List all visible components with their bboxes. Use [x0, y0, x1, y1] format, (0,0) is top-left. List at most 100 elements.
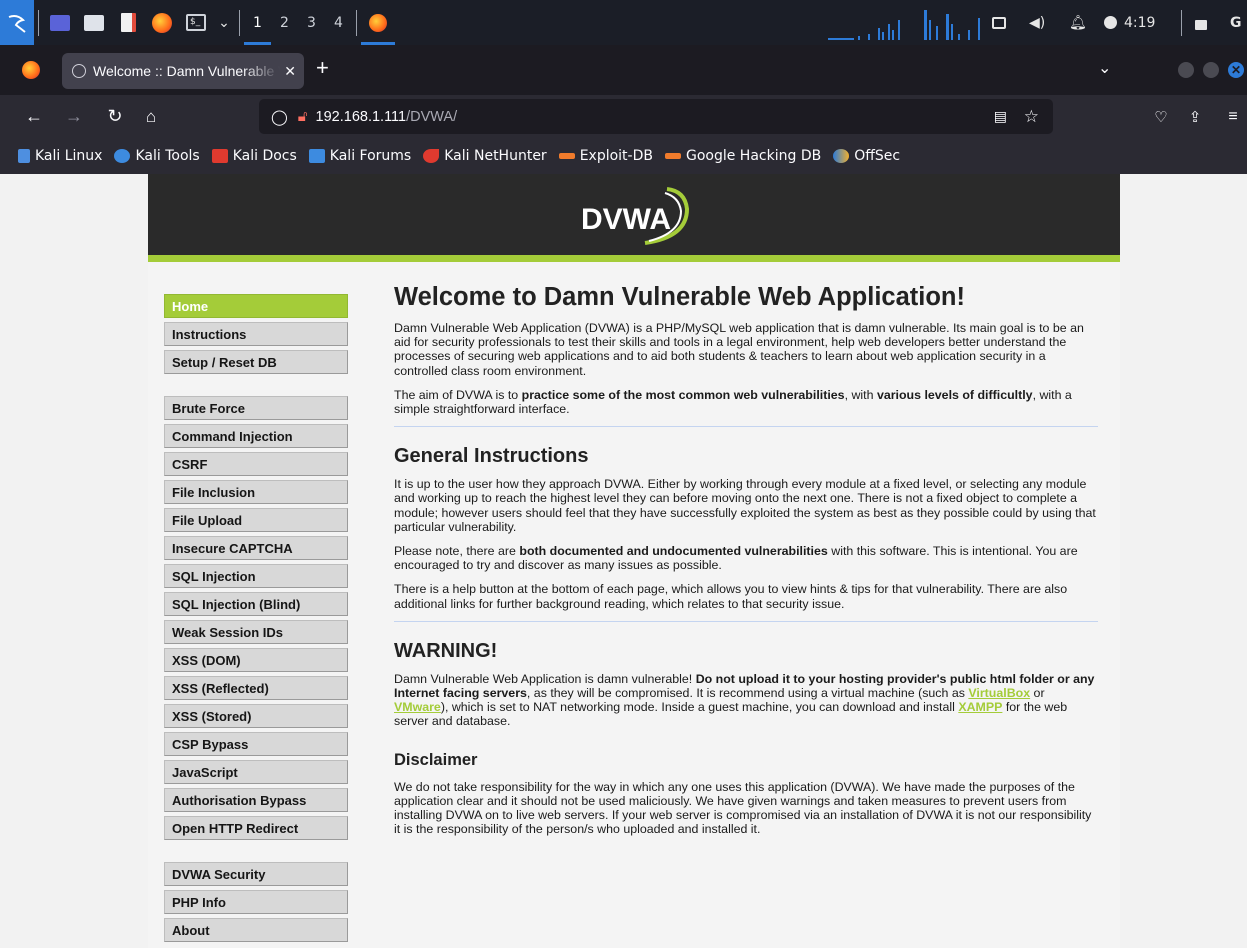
tab-dvwa[interactable]: Welcome :: Damn Vulnerable Web Applicati…	[62, 53, 304, 89]
side-menu: Home Instructions Setup / Reset DB Brute F…	[164, 294, 348, 946]
minimize-icon[interactable]	[1178, 62, 1194, 78]
bookmark-kali-docs[interactable]: Kali Docs	[211, 148, 297, 164]
kali-forums-icon	[308, 149, 325, 163]
workspace-2[interactable]: 2	[271, 0, 298, 45]
dvwa-logo[interactable]: DVWA	[575, 185, 693, 251]
menu-item-about[interactable]: About	[164, 918, 348, 942]
reader-view-icon[interactable]: ▤	[994, 108, 1007, 125]
clock[interactable]: 4:19	[1124, 0, 1155, 45]
bookmark-label: Kali Forums	[329, 148, 412, 164]
address-bar[interactable]: ◯ 🔓︎ 192.168.1.111/DVWA/ ▤ ☆	[259, 99, 1053, 134]
url-host: 192.168.1.111	[315, 108, 407, 125]
menu-item-home[interactable]: Home	[164, 294, 348, 318]
bookmark-kali-tools[interactable]: Kali Tools	[114, 148, 200, 164]
bookmark-exploit-db[interactable]: Exploit-DB	[558, 148, 653, 164]
notification-bell-icon[interactable]: 🔔︎	[1069, 0, 1087, 45]
kali-tools-icon	[114, 149, 131, 163]
main-content: Welcome to Damn Vulnerable Web Applicati…	[394, 282, 1098, 846]
offsec-icon	[833, 149, 850, 163]
workspace-1[interactable]: 1	[244, 0, 271, 45]
new-tab-button[interactable]: +	[316, 55, 329, 81]
menu-item-file-inclusion[interactable]: File Inclusion	[164, 480, 348, 504]
panel-letter[interactable]: G	[1230, 0, 1242, 45]
chevron-down-icon[interactable]: ⌄	[213, 0, 235, 45]
close-window-icon[interactable]: ✕	[1228, 62, 1244, 78]
network-icon[interactable]	[992, 0, 1006, 45]
bookmark-star-icon[interactable]: ☆	[1024, 107, 1039, 127]
menu-item-brute-force[interactable]: Brute Force	[164, 396, 348, 420]
divider	[394, 620, 1098, 622]
general-instructions-heading: General Instructions	[394, 445, 589, 468]
list-tabs-chevron-icon[interactable]: ⌄	[1098, 58, 1111, 78]
menu-item-setup-reset-db[interactable]: Setup / Reset DB	[164, 350, 348, 374]
tab-title: Welcome :: Damn Vulnerable Web Applicati…	[93, 63, 280, 79]
lock-icon[interactable]	[1195, 0, 1207, 45]
insecure-lock-icon[interactable]: 🔓︎	[298, 108, 308, 125]
bookmark-label: Kali NetHunter	[444, 148, 547, 164]
close-tab-icon[interactable]: ✕	[284, 63, 296, 80]
menu-item-insecure-captcha[interactable]: Insecure CAPTCHA	[164, 536, 348, 560]
bookmark-kali-nethunter[interactable]: Kali NetHunter	[423, 148, 547, 164]
intro-paragraph: Damn Vulnerable Web Application (DVWA) i…	[394, 321, 1084, 378]
menu-item-xss-dom[interactable]: XSS (DOM)	[164, 648, 348, 672]
terminal-icon[interactable]: $_	[179, 0, 213, 45]
menu-item-php-info[interactable]: PHP Info	[164, 890, 348, 914]
exploit-db-icon	[558, 153, 575, 159]
kali-docs-icon	[211, 149, 228, 163]
back-arrow-icon[interactable]: ←	[19, 95, 49, 138]
workspace-3[interactable]: 3	[298, 0, 325, 45]
virtualbox-link[interactable]: VirtualBox	[968, 686, 1030, 700]
firefox-icon[interactable]	[145, 0, 179, 45]
bookmark-google-hacking-db[interactable]: Google Hacking DB	[664, 148, 821, 164]
menu-item-file-upload[interactable]: File Upload	[164, 508, 348, 532]
divider	[394, 426, 1098, 428]
menu-item-instructions[interactable]: Instructions	[164, 322, 348, 346]
menu-hamburger-icon[interactable]: ≡	[1218, 95, 1247, 138]
bookmark-kali-forums[interactable]: Kali Forums	[308, 148, 412, 164]
system-panel: $_ ⌄ 1 2 3 4 ◀) 🔔︎ 4:19 G	[0, 0, 1247, 45]
xampp-link[interactable]: XAMPP	[958, 700, 1002, 714]
disclaimer-heading: Disclaimer	[394, 750, 478, 769]
file-manager-icon[interactable]	[77, 0, 111, 45]
menu-item-dvwa-security[interactable]: DVWA Security	[164, 862, 348, 886]
menu-item-javascript[interactable]: JavaScript	[164, 760, 348, 784]
maximize-icon[interactable]	[1203, 62, 1219, 78]
ghdb-icon	[664, 153, 681, 159]
logo-text: DVWA	[581, 203, 671, 236]
volume-icon[interactable]: ◀)	[1029, 0, 1045, 45]
menu-item-weak-session-ids[interactable]: Weak Session IDs	[164, 620, 348, 644]
bookmarks-toolbar: Kali Linux Kali Tools Kali Docs Kali For…	[0, 138, 1247, 174]
cpu-graph-icon	[828, 10, 980, 40]
workspace-4[interactable]: 4	[325, 0, 352, 45]
desktop-icon[interactable]	[43, 0, 77, 45]
menu-item-sql-injection-blind[interactable]: SQL Injection (Blind)	[164, 592, 348, 616]
menu-item-csrf[interactable]: CSRF	[164, 452, 348, 476]
globe-icon	[72, 64, 86, 78]
shield-icon[interactable]: ◯	[271, 108, 288, 126]
page-title: Welcome to Damn Vulnerable Web Applicati…	[394, 283, 965, 311]
menu-item-authorisation-bypass[interactable]: Authorisation Bypass	[164, 788, 348, 812]
bookmark-kali-linux[interactable]: Kali Linux	[18, 148, 102, 164]
forward-arrow-icon[interactable]: →	[59, 95, 89, 138]
menu-item-command-injection[interactable]: Command Injection	[164, 424, 348, 448]
text-editor-icon[interactable]	[111, 0, 145, 45]
reload-icon[interactable]: ↻	[100, 95, 130, 138]
bookmark-label: Kali Docs	[232, 148, 297, 164]
menu-item-sql-injection[interactable]: SQL Injection	[164, 564, 348, 588]
bookmark-label: Kali Linux	[35, 148, 103, 164]
firefox-view-icon[interactable]	[22, 61, 40, 79]
menu-item-csp-bypass[interactable]: CSP Bypass	[164, 732, 348, 756]
url-path: /DVWA/	[406, 108, 458, 125]
menu-item-xss-reflected[interactable]: XSS (Reflected)	[164, 676, 348, 700]
home-icon[interactable]: ⌂	[136, 95, 166, 138]
extensions-icon[interactable]: ⇪	[1180, 95, 1210, 138]
pocket-icon[interactable]: ♡	[1146, 95, 1176, 138]
power-icon[interactable]	[1104, 0, 1117, 45]
bookmark-offsec[interactable]: OffSec	[833, 148, 900, 164]
menu-item-xss-stored[interactable]: XSS (Stored)	[164, 704, 348, 728]
web-page: DVWA Home Instructions Setup / Reset DB Br…	[0, 174, 1247, 948]
vmware-link[interactable]: VMware	[394, 700, 441, 714]
kali-menu-icon[interactable]	[0, 0, 34, 45]
firefox-task-icon[interactable]	[361, 0, 395, 45]
menu-item-open-http-redirect[interactable]: Open HTTP Redirect	[164, 816, 348, 840]
